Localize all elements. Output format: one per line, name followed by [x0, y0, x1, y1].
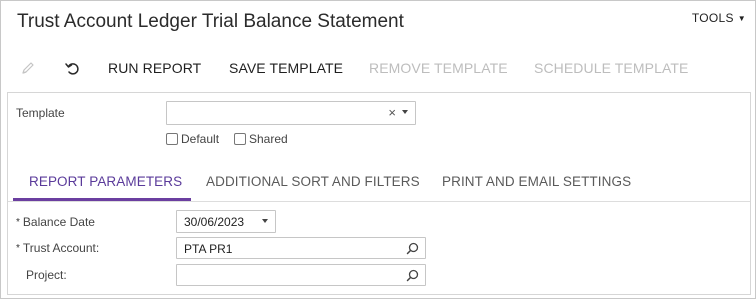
tab-additional-sort-and-filters[interactable]: ADDITIONAL SORT AND FILTERS: [206, 174, 420, 189]
shared-checkbox[interactable]: Shared: [234, 132, 288, 146]
trust-account-label: * Trust Account:: [16, 241, 99, 255]
balance-date-value: 30/06/2023: [184, 215, 245, 229]
required-marker: *: [16, 217, 20, 228]
shared-label: Shared: [249, 132, 288, 146]
report-form: Template × Default Shared REPORT PARAMET…: [7, 92, 751, 295]
project-label: Project:: [26, 268, 67, 282]
default-label: Default: [181, 132, 220, 146]
toolbar: RUN REPORT SAVE TEMPLATE REMOVE TEMPLATE…: [1, 55, 755, 81]
trust-account-value: PTA PR1: [184, 242, 233, 256]
run-report-button[interactable]: RUN REPORT: [108, 60, 201, 76]
balance-date-field[interactable]: 30/06/2023: [176, 210, 276, 233]
trust-account-field[interactable]: PTA PR1: [176, 237, 426, 259]
search-icon[interactable]: [406, 269, 419, 282]
remove-template-button[interactable]: REMOVE TEMPLATE: [369, 60, 508, 76]
tools-menu[interactable]: TOOLS ▼: [692, 11, 746, 25]
tabs-divider: [8, 201, 750, 202]
default-checkbox[interactable]: Default: [166, 132, 219, 146]
project-field[interactable]: [176, 264, 426, 286]
balance-date-label-text: Balance Date: [22, 215, 95, 229]
tab-print-and-email-settings[interactable]: PRINT AND EMAIL SETTINGS: [442, 174, 631, 189]
undo-icon[interactable]: [63, 59, 81, 77]
schedule-template-button[interactable]: SCHEDULE TEMPLATE: [534, 60, 688, 76]
search-icon[interactable]: [406, 242, 419, 255]
tab-report-parameters[interactable]: REPORT PARAMETERS: [29, 174, 182, 189]
chevron-down-icon[interactable]: [402, 110, 408, 114]
checkbox-box[interactable]: [166, 133, 178, 145]
pencil-icon[interactable]: [19, 59, 37, 77]
template-label: Template: [16, 106, 65, 120]
tab-bar: REPORT PARAMETERS ADDITIONAL SORT AND FI…: [8, 160, 750, 202]
tools-label: TOOLS: [691, 11, 734, 25]
page-title: Trust Account Ledger Trial Balance State…: [17, 11, 404, 32]
balance-date-label: * Balance Date: [16, 215, 95, 229]
calendar-dropdown-icon[interactable]: [262, 219, 268, 223]
template-select[interactable]: ×: [166, 101, 416, 125]
save-template-button[interactable]: SAVE TEMPLATE: [229, 60, 343, 76]
report-window: Trust Account Ledger Trial Balance State…: [0, 0, 756, 299]
caret-down-icon: ▼: [737, 13, 746, 23]
required-marker: *: [16, 243, 20, 254]
trust-account-label-text: Trust Account:: [22, 241, 100, 255]
checkbox-box[interactable]: [234, 133, 246, 145]
clear-icon[interactable]: ×: [388, 105, 396, 120]
